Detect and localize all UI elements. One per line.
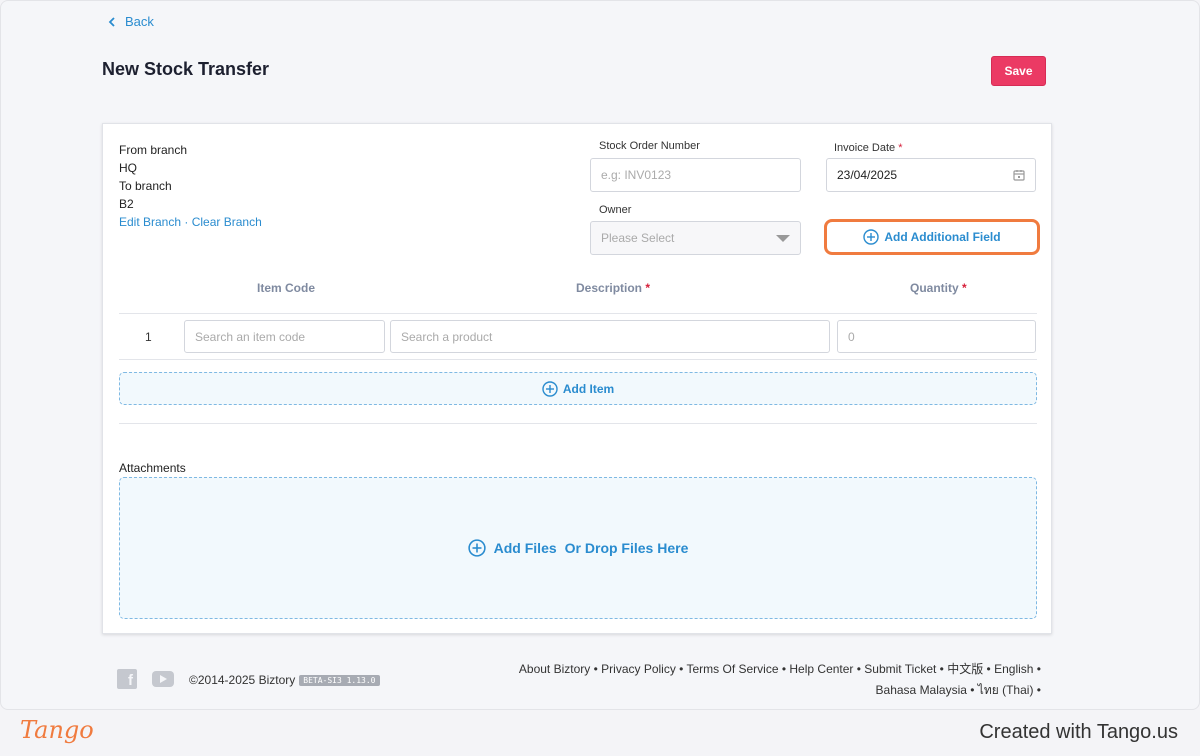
- drop-files-label: Or Drop Files Here: [564, 540, 689, 556]
- page-title: New Stock Transfer: [102, 59, 270, 79]
- back-label: Back: [125, 14, 154, 29]
- copyright-text: ©2014-2025 Biztory: [189, 673, 296, 687]
- add-additional-field-label: Add Additional Field: [884, 230, 1001, 244]
- tango-logo: Tango: [20, 716, 94, 744]
- social-links: f: [117, 669, 174, 689]
- invoice-date-label: Invoice Date *: [834, 142, 903, 154]
- add-item-label: Add Item: [562, 381, 615, 396]
- plus-circle-icon: [467, 539, 486, 557]
- quantity-input[interactable]: 0: [837, 320, 1036, 353]
- footer-bullet: •: [778, 662, 790, 676]
- youtube-icon[interactable]: [152, 671, 174, 687]
- footer-bullet: •: [966, 683, 978, 697]
- chevron-left-icon: [108, 16, 115, 27]
- tango-credit: Created with Tango.us: [979, 721, 1178, 743]
- row-index: 1: [145, 330, 152, 344]
- footer-bullet: •: [590, 662, 602, 676]
- footer-link[interactable]: English: [994, 662, 1033, 676]
- invoice-date-input[interactable]: 23/04/2025: [826, 158, 1036, 192]
- footer-bullet: •: [936, 662, 948, 676]
- item-code-search-input[interactable]: Search an item code: [184, 320, 385, 353]
- plus-circle-icon: [542, 380, 558, 397]
- col-header-item-code: Item Code: [257, 281, 316, 295]
- version-badge: BETA-SI3 1.13.0: [299, 674, 380, 686]
- footer-copyright: ©2014-2025 Biztory BETA-SI3 1.13.0: [189, 673, 380, 687]
- owner-label: Owner: [599, 204, 632, 216]
- footer-link[interactable]: About Biztory: [519, 662, 590, 676]
- stock-order-input[interactable]: e.g: INV0123: [590, 158, 801, 192]
- footer-bullet: •: [675, 662, 687, 676]
- invoice-date-value: 23/04/2025: [837, 168, 898, 182]
- save-button[interactable]: Save: [991, 56, 1046, 86]
- footer-link[interactable]: Privacy Policy: [601, 662, 676, 676]
- owner-placeholder: Please Select: [601, 231, 675, 245]
- footer-link[interactable]: Submit Ticket: [864, 662, 936, 676]
- stock-transfer-form: From branch HQ To branch B2 Edit Branch …: [102, 123, 1052, 634]
- footer-link[interactable]: 中文版: [947, 662, 983, 676]
- add-additional-field-button[interactable]: Add Additional Field: [824, 219, 1040, 255]
- footer-link[interactable]: ไทย (Thai): [978, 683, 1034, 697]
- file-dropzone[interactable]: Add Files Or Drop Files Here: [119, 477, 1037, 619]
- footer-bullet: •: [1033, 662, 1041, 676]
- branch-link-separator: ·: [181, 215, 192, 229]
- footer-bullet: •: [853, 662, 865, 676]
- col-header-quantity: Quantity *: [910, 281, 967, 295]
- calendar-icon[interactable]: [1013, 169, 1025, 181]
- dropdown-caret-icon: [776, 234, 790, 242]
- facebook-icon[interactable]: f: [117, 669, 137, 689]
- footer-links-line1: About Biztory • Privacy Policy • Terms O…: [481, 659, 1041, 680]
- stock-order-label: Stock Order Number: [599, 140, 700, 152]
- branch-info: From branch HQ To branch B2 Edit Branch …: [119, 141, 262, 231]
- footer-bullet: •: [1033, 683, 1041, 697]
- owner-select[interactable]: Please Select: [590, 221, 801, 255]
- col-header-description: Description *: [576, 281, 651, 295]
- from-branch-label: From branch: [119, 143, 188, 157]
- product-search-input[interactable]: Search a product: [390, 320, 830, 353]
- back-link[interactable]: Back: [107, 14, 154, 29]
- add-files-link[interactable]: Add Files: [494, 540, 557, 556]
- required-asterisk: *: [898, 142, 903, 154]
- to-branch-value: B2: [119, 197, 134, 211]
- edit-branch-link[interactable]: Edit Branch: [119, 215, 181, 229]
- footer-link[interactable]: Help Center: [789, 662, 853, 676]
- from-branch-value: HQ: [119, 161, 137, 175]
- app-frame: Back New Stock Transfer Save From branch…: [0, 0, 1200, 710]
- section-divider: [119, 423, 1037, 424]
- footer-link[interactable]: Terms Of Service: [687, 662, 779, 676]
- footer-link[interactable]: Bahasa Malaysia: [876, 683, 967, 697]
- footer-links: About Biztory • Privacy Policy • Terms O…: [481, 659, 1041, 701]
- table-divider: [119, 313, 1037, 314]
- add-item-button[interactable]: Add Item: [119, 372, 1037, 405]
- table-divider: [119, 359, 1037, 360]
- footer-bullet: •: [983, 662, 995, 676]
- clear-branch-link[interactable]: Clear Branch: [192, 215, 262, 229]
- attachments-label: Attachments: [119, 461, 186, 475]
- plus-circle-icon: [863, 229, 880, 245]
- footer-links-line2: Bahasa Malaysia • ไทย (Thai) •: [481, 680, 1041, 701]
- to-branch-label: To branch: [119, 179, 172, 193]
